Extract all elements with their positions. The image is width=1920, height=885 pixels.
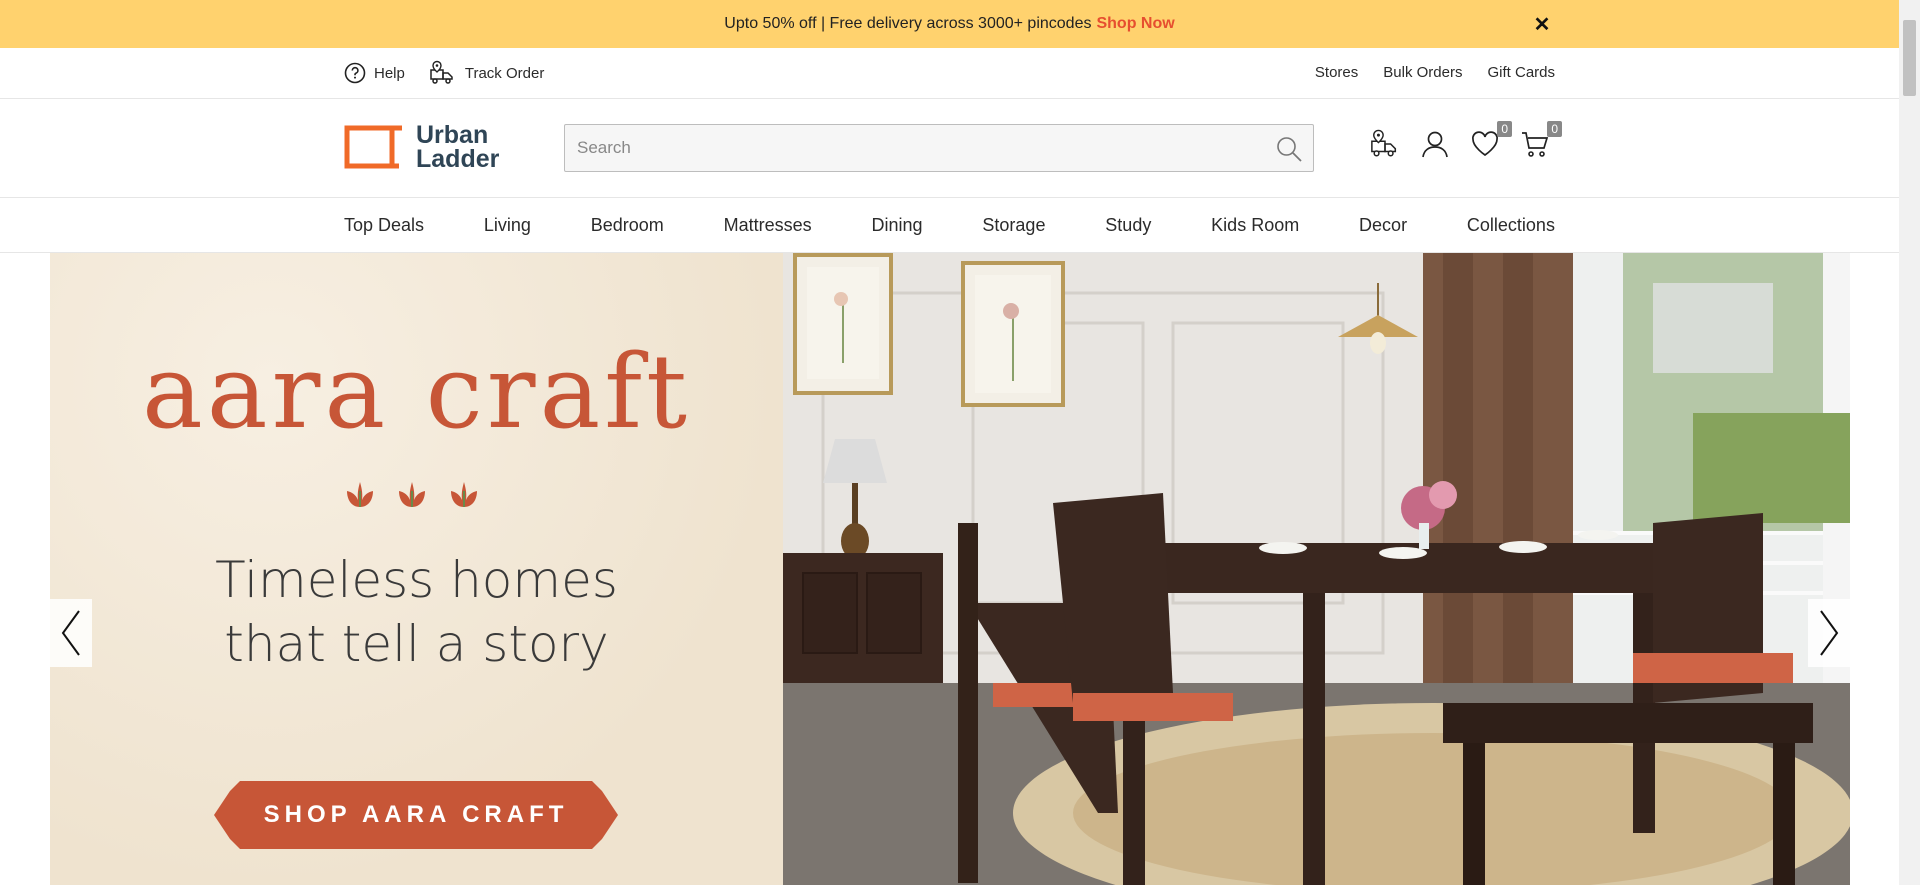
close-icon[interactable]: ✕ xyxy=(1530,12,1554,36)
utility-bar: Help Track Order Stores Bulk Orders Gift… xyxy=(0,48,1899,99)
page-scrollbar[interactable] xyxy=(1899,0,1920,885)
nav-item-living[interactable]: Living xyxy=(484,215,531,236)
carousel-prev-button[interactable] xyxy=(50,599,92,667)
nav-item-storage[interactable]: Storage xyxy=(982,215,1045,236)
nav-item-mattresses[interactable]: Mattresses xyxy=(724,215,812,236)
brand-name: Urban Ladder xyxy=(416,121,500,173)
promo-text: Upto 50% off | Free delivery across 3000… xyxy=(724,15,1092,32)
shop-aara-craft-button[interactable]: SHOP AARA CRAFT xyxy=(210,777,622,853)
tulip-icon xyxy=(451,482,477,507)
promo-banner: Upto 50% off | Free delivery across 3000… xyxy=(0,0,1899,48)
chevron-right-icon xyxy=(1820,610,1839,656)
truck-location-icon xyxy=(1371,129,1397,157)
brand-line-1: Urban xyxy=(416,121,489,149)
category-nav: Top Deals Living Bedroom Mattresses Dini… xyxy=(0,198,1899,253)
bulk-orders-link[interactable]: Bulk Orders xyxy=(1383,64,1462,81)
heart-icon xyxy=(1472,131,1498,157)
brand-line-2: Ladder xyxy=(416,145,500,173)
hero-title: aara craft xyxy=(141,333,692,452)
dining-scene-illustration xyxy=(783,253,1850,885)
stores-link[interactable]: Stores xyxy=(1315,64,1358,81)
help-link[interactable]: Help xyxy=(344,62,405,84)
truck-location-icon xyxy=(430,60,453,84)
nav-item-bedroom[interactable]: Bedroom xyxy=(591,215,664,236)
track-order-button[interactable] xyxy=(1370,127,1400,161)
tulip-ornament xyxy=(344,475,480,509)
hero-tagline-line-2: that tell a story xyxy=(224,615,609,673)
nav-item-kids-room[interactable]: Kids Room xyxy=(1211,215,1299,236)
tulip-icon xyxy=(347,482,373,507)
nav-item-top-deals[interactable]: Top Deals xyxy=(344,215,424,236)
cta-label: SHOP AARA CRAFT xyxy=(263,801,569,828)
hero-text-panel: aara craft Timeless homes that tell a st… xyxy=(50,253,783,885)
hero-carousel[interactable]: aara craft Timeless homes that tell a st… xyxy=(50,253,1850,885)
logo-mark-icon xyxy=(344,125,402,169)
chevron-left-icon xyxy=(61,610,80,656)
wishlist-button[interactable]: 0 xyxy=(1470,121,1512,161)
help-icon xyxy=(344,62,366,84)
tulip-icon xyxy=(399,482,425,507)
cart-button[interactable]: 0 xyxy=(1520,121,1562,161)
nav-item-study[interactable]: Study xyxy=(1105,215,1151,236)
main-header: Urban Ladder 0 0 xyxy=(0,99,1899,198)
account-button[interactable] xyxy=(1420,127,1450,161)
wishlist-count-badge: 0 xyxy=(1497,121,1512,137)
cart-count-badge: 0 xyxy=(1547,121,1562,137)
hero-tagline-line-1: Timeless homes xyxy=(215,551,618,609)
brand-logo[interactable]: Urban Ladder xyxy=(344,121,500,173)
search-icon[interactable] xyxy=(1275,135,1303,163)
cart-icon xyxy=(1522,132,1549,157)
carousel-next-button[interactable] xyxy=(1808,599,1850,667)
nav-item-dining[interactable]: Dining xyxy=(872,215,923,236)
user-icon xyxy=(1422,131,1448,158)
track-order-label: Track Order xyxy=(464,64,545,82)
hero-tagline: Timeless homes that tell a story xyxy=(50,548,783,676)
nav-item-collections[interactable]: Collections xyxy=(1467,215,1555,236)
scrollbar-thumb[interactable] xyxy=(1903,20,1916,96)
gift-cards-link[interactable]: Gift Cards xyxy=(1487,64,1555,81)
dining-room-image xyxy=(783,253,1850,885)
shop-now-link[interactable]: Shop Now xyxy=(1096,15,1174,33)
search-bar xyxy=(564,124,1314,172)
search-input[interactable] xyxy=(565,125,1255,171)
nav-item-decor[interactable]: Decor xyxy=(1359,215,1407,236)
help-label: Help xyxy=(374,64,405,82)
track-order-link[interactable]: Track Order xyxy=(429,60,544,86)
